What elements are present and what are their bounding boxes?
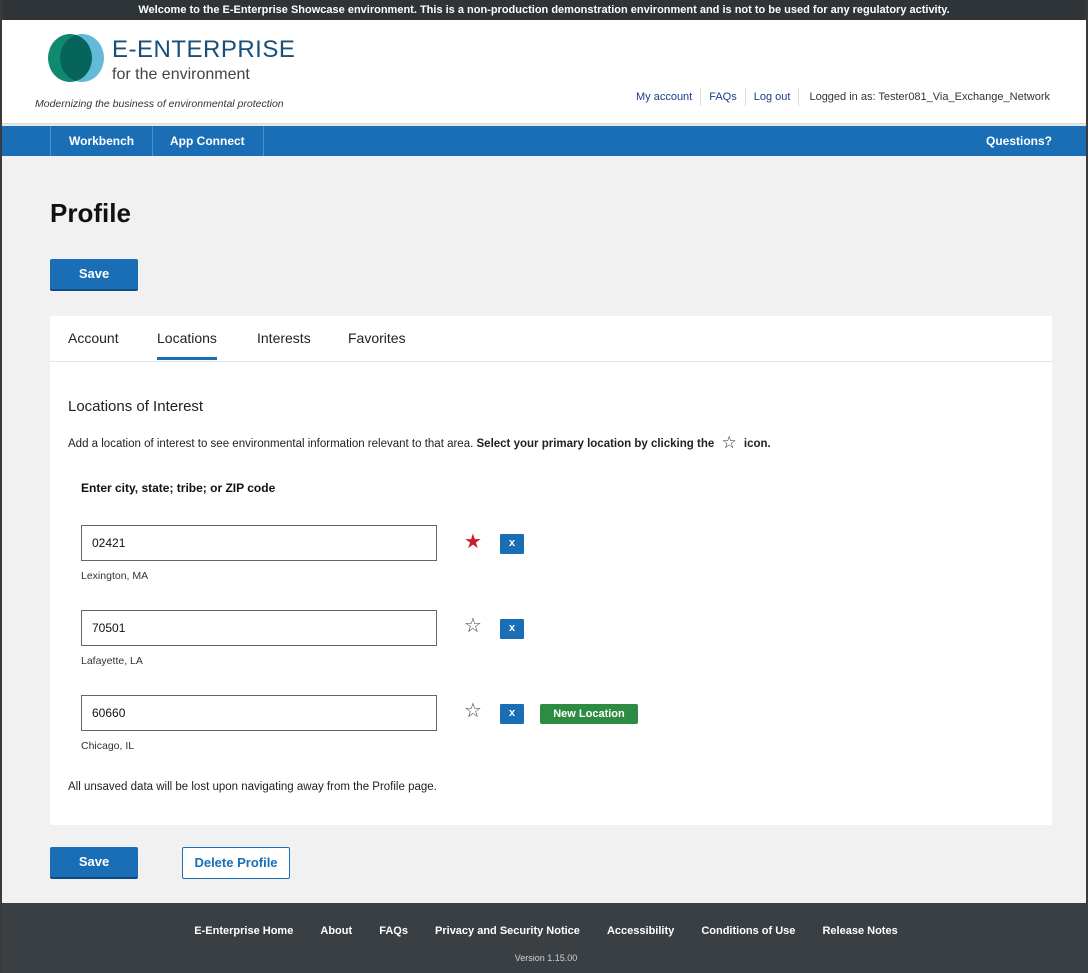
logo-circle-blue [60,34,104,82]
location-field-label: Enter city, state; tribe; or ZIP code [81,481,276,495]
instructions-bold: Select your primary location by clicking… [476,438,715,450]
footer-link-about[interactable]: About [320,925,352,937]
location-input-2[interactable] [81,610,437,646]
remove-location-button[interactable]: x [500,534,524,554]
instructions-text: Add a location of interest to see enviro… [68,438,474,450]
footer-link-faqs[interactable]: FAQs [379,925,408,937]
utility-nav: My account FAQs Log out Logged in as: Te… [628,88,1050,106]
remove-location-button[interactable]: x [500,704,524,724]
tab-favorites[interactable]: Favorites [348,330,406,356]
save-button[interactable]: Save [50,259,138,291]
page-title: Profile [50,198,131,228]
tab-bar: Account Locations Interests Favorites [50,316,1052,362]
location-name-1: Lexington, MA [81,570,149,582]
banner-text: Welcome to the E-Enterprise Showcase env… [138,4,950,16]
star-filled-icon[interactable]: ★ [464,532,482,552]
unsaved-warning: All unsaved data will be lost upon navig… [68,781,437,793]
remove-location-button[interactable]: x [500,619,524,639]
location-name-3: Chicago, IL [81,740,135,752]
star-outline-icon[interactable]: ☆ [464,701,482,721]
tab-locations[interactable]: Locations [157,330,217,360]
site-header: E-ENTERPRISE for the environment Moderni… [2,20,1086,124]
footer-links: E-Enterprise Home About FAQs Privacy and… [2,925,1088,937]
tagline: Modernizing the business of environmenta… [35,98,284,110]
footer-link-accessibility[interactable]: Accessibility [607,925,674,937]
brand-title[interactable]: E-ENTERPRISE [112,36,295,64]
logo-icon[interactable] [48,34,104,82]
questions-link[interactable]: Questions? [986,126,1052,156]
footer-link-conditions[interactable]: Conditions of Use [701,925,795,937]
logged-in-user: Logged in as: Tester081_Via_Exchange_Net… [809,91,1050,103]
my-account-link[interactable]: My account [628,91,700,103]
nav-item-app-connect[interactable]: App Connect [152,126,264,156]
location-name-2: Lafayette, LA [81,655,143,667]
environment-banner: Welcome to the E-Enterprise Showcase env… [2,0,1086,20]
faqs-link[interactable]: FAQs [701,91,745,103]
location-input-3[interactable] [81,695,437,731]
profile-panel: Account Locations Interests Favorites Lo… [50,316,1052,825]
section-title: Locations of Interest [68,398,204,415]
footer-link-release-notes[interactable]: Release Notes [822,925,897,937]
save-button-bottom[interactable]: Save [50,847,138,879]
instructions: Add a location of interest to see enviro… [68,433,771,453]
footer-link-home[interactable]: E-Enterprise Home [194,925,293,937]
app-frame: Welcome to the E-Enterprise Showcase env… [0,0,1088,973]
delete-profile-button[interactable]: Delete Profile [182,847,290,879]
main-nav: Workbench App Connect Questions? [2,124,1086,156]
footer-link-privacy[interactable]: Privacy and Security Notice [435,925,580,937]
log-out-link[interactable]: Log out [746,91,799,103]
version-text: Version 1.15.00 [514,953,578,963]
instructions-suffix: icon. [743,438,771,450]
site-footer: E-Enterprise Home About FAQs Privacy and… [2,903,1088,973]
location-input-1[interactable] [81,525,437,561]
new-location-badge: New Location [540,704,638,724]
tab-interests[interactable]: Interests [257,330,311,356]
star-outline-icon: ☆ [721,433,737,452]
nav-item-workbench[interactable]: Workbench [50,126,154,156]
tab-account[interactable]: Account [68,330,119,356]
brand-subtitle: for the environment [112,66,250,83]
star-outline-icon[interactable]: ☆ [464,616,482,636]
